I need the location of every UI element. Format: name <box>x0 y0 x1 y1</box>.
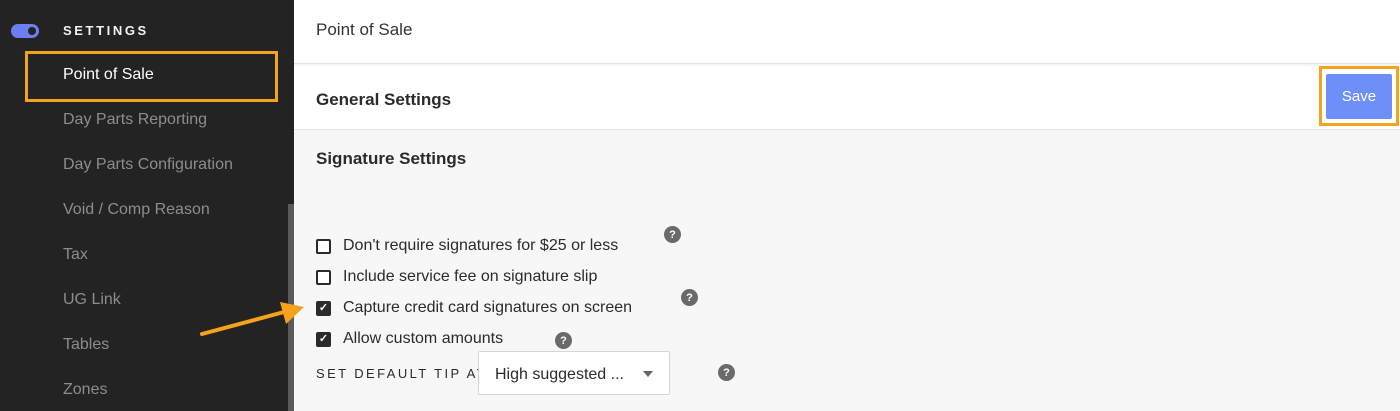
toggle-knob <box>28 27 36 35</box>
default-tip-value: High suggested ... <box>495 366 624 383</box>
help-icon[interactable]: ? <box>664 226 681 243</box>
option-label: Include service fee on signature slip <box>343 268 598 285</box>
checkbox[interactable] <box>316 238 331 254</box>
sidebar-item-day-parts-configuration[interactable]: Day Parts Configuration <box>63 156 233 174</box>
checkmark-icon: ✓ <box>318 332 329 345</box>
chevron-down-icon <box>643 371 653 377</box>
topbar: Point of Sale <box>294 0 1400 64</box>
sidebar-item-tables[interactable]: Tables <box>63 336 109 354</box>
main-content: Point of Sale General Settings Save Sign… <box>294 0 1400 411</box>
option-label: Don't require signatures for $25 or less <box>343 237 619 254</box>
sidebar-item-zones[interactable]: Zones <box>63 381 107 399</box>
sidebar-item-ug-link[interactable]: UG Link <box>63 291 121 309</box>
option-allow-custom-amounts[interactable]: ✓ Allow custom amounts <box>316 329 503 349</box>
sidebar: SETTINGS Point of Sale Day Parts Reporti… <box>0 0 294 411</box>
option-no-signature-under-25[interactable]: Don't require signatures for $25 or less <box>316 236 618 256</box>
save-button[interactable]: Save <box>1326 74 1392 119</box>
settings-title: SETTINGS <box>63 23 149 38</box>
general-settings-bar: General Settings Save <box>294 66 1400 130</box>
checkmark-icon: ✓ <box>318 301 329 314</box>
sidebar-item-tax[interactable]: Tax <box>63 246 88 264</box>
help-icon[interactable]: ? <box>555 332 572 349</box>
checkbox-checked[interactable]: ✓ <box>316 331 331 347</box>
sidebar-item-day-parts-reporting[interactable]: Day Parts Reporting <box>63 111 207 129</box>
option-label: Allow custom amounts <box>343 330 504 347</box>
sidebar-item-point-of-sale[interactable]: Point of Sale <box>63 66 154 84</box>
arrow-annotation-icon <box>200 302 304 336</box>
checkbox[interactable] <box>316 269 331 285</box>
default-tip-select[interactable]: High suggested ... <box>478 351 670 395</box>
help-icon[interactable]: ? <box>681 289 698 306</box>
checkbox-checked[interactable]: ✓ <box>316 300 331 316</box>
page-title: Point of Sale <box>316 20 413 39</box>
general-settings-title: General Settings <box>316 90 452 109</box>
signature-settings-title: Signature Settings <box>316 149 467 168</box>
help-icon[interactable]: ? <box>718 364 735 381</box>
sidebar-toggle[interactable] <box>11 24 39 38</box>
option-include-service-fee[interactable]: Include service fee on signature slip <box>316 267 597 287</box>
option-capture-signatures-on-screen[interactable]: ✓ Capture credit card signatures on scre… <box>316 298 632 318</box>
option-label: Capture credit card signatures on screen <box>343 299 633 316</box>
sidebar-item-void-comp-reason[interactable]: Void / Comp Reason <box>63 201 210 219</box>
default-tip-label: SET DEFAULT TIP AT <box>316 366 488 381</box>
